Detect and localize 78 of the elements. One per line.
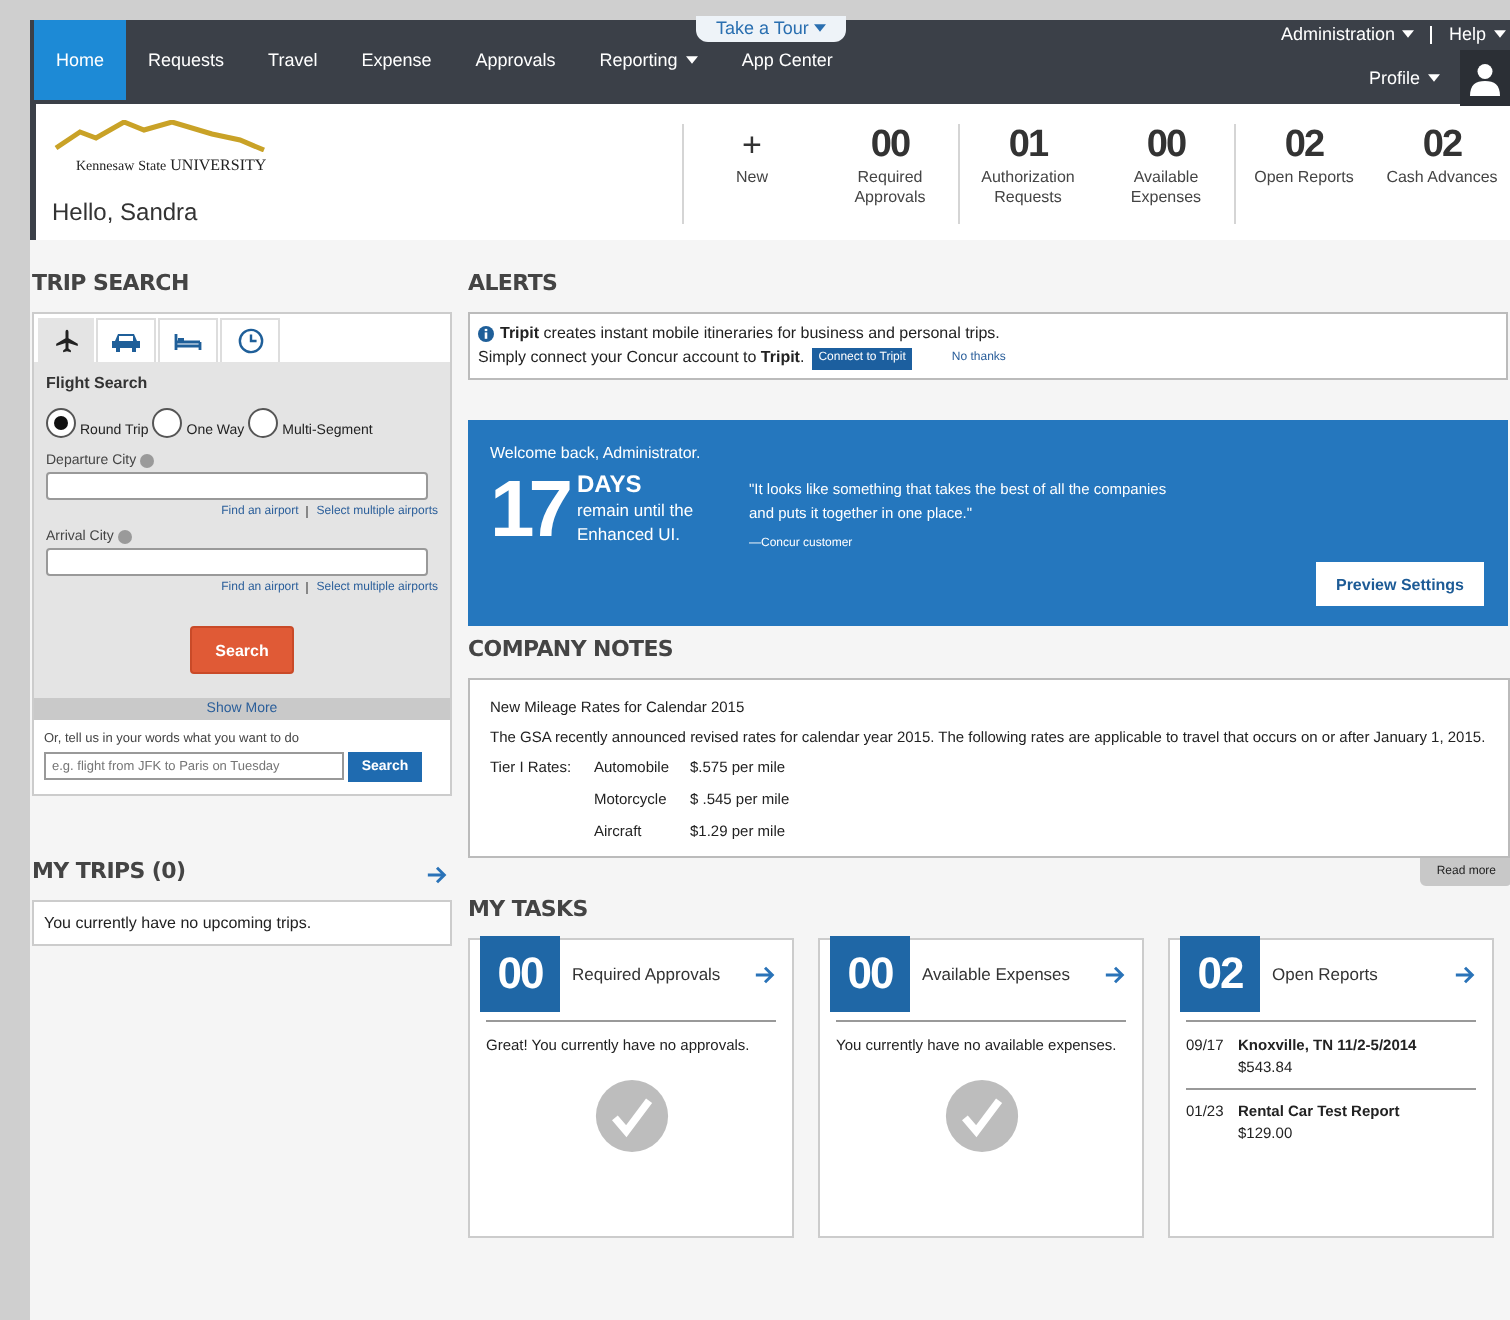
task-title[interactable]: Available Expenses — [922, 964, 1092, 984]
stat-label[interactable]: New — [692, 168, 812, 188]
stat-item[interactable]: + New — [682, 124, 820, 224]
nav-tab[interactable]: Requests — [126, 48, 247, 72]
arrow-icon[interactable] — [1454, 963, 1476, 985]
days-unit: DAYS — [577, 470, 644, 498]
arrow-icon[interactable] — [1104, 963, 1126, 985]
search-button[interactable]: Search — [190, 626, 294, 674]
logo-text: UNIVERSITY — [170, 156, 267, 174]
car-icon — [112, 331, 140, 351]
section-title: COMPANY NOTES — [468, 636, 676, 662]
plane-icon — [53, 327, 79, 353]
nav-tab[interactable]: App Center — [719, 48, 855, 72]
stat-item[interactable]: 02 Open Reports — [1234, 124, 1372, 224]
nav-tab[interactable]: Approvals — [453, 48, 578, 72]
arrow-icon[interactable] — [754, 963, 776, 985]
section-title: MY TRIPS (0) — [32, 858, 186, 884]
info-icon — [478, 326, 494, 342]
stat-item[interactable]: 02 Cash Advances — [1372, 124, 1510, 224]
travel-type-tab[interactable] — [38, 318, 94, 362]
form-title: Flight Search — [46, 374, 150, 392]
caret-icon — [1494, 30, 1506, 38]
travel-type-tab[interactable] — [158, 318, 218, 362]
city-field[interactable] — [46, 472, 428, 500]
task-title[interactable]: Open Reports — [1272, 964, 1442, 984]
tour-tab[interactable]: Take a Tour — [696, 16, 847, 42]
avatar-icon[interactable] — [1460, 50, 1510, 106]
radio-button[interactable] — [152, 408, 183, 438]
stat-label[interactable]: Open Reports — [1244, 168, 1364, 188]
travel-type-tab[interactable] — [96, 318, 156, 362]
task-title[interactable]: Required Approvals — [572, 964, 742, 984]
city-field[interactable] — [46, 548, 428, 576]
check-circle-icon — [593, 1078, 669, 1154]
nav-tab[interactable]: Home — [34, 20, 127, 100]
section-title: TRIP SEARCH — [32, 270, 191, 296]
caret-icon — [1428, 74, 1440, 82]
profile-menu[interactable]: Profile — [1368, 68, 1440, 88]
bed-icon — [174, 331, 202, 351]
stat-item[interactable]: 00 Available Expenses — [1096, 124, 1234, 224]
stat-count: 02 — [1422, 124, 1462, 168]
task-count: 02 — [1180, 936, 1260, 1012]
nav-tab[interactable]: Reporting — [577, 48, 720, 72]
radio-button[interactable] — [46, 408, 76, 438]
plus-icon: + — [742, 124, 762, 168]
stat-item[interactable]: 00 Required Approvals — [820, 124, 958, 224]
stat-label[interactable]: Cash Advances — [1382, 168, 1502, 188]
task-count: 00 — [830, 936, 910, 1012]
help-menu[interactable]: Help — [1448, 24, 1506, 44]
alert-text: Simply connect your Concur account to Tripit. — [478, 346, 805, 370]
caret-icon — [685, 56, 698, 64]
caret-icon — [814, 24, 827, 32]
check-circle-icon — [943, 1078, 1019, 1154]
stat-count: 01 — [1008, 124, 1048, 168]
preview-settings-button[interactable]: Preview Settings — [1316, 562, 1484, 606]
stat-label[interactable]: Authorization Requests — [968, 168, 1088, 208]
clock-icon — [237, 328, 263, 354]
greeting-text: Hello, Sandra — [52, 198, 200, 230]
alert-text: Tripit creates instant mobile itineraries for business and personal trips. — [500, 322, 1000, 346]
stat-count: 02 — [1284, 124, 1324, 168]
travel-type-tab[interactable] — [220, 318, 280, 362]
section-title: ALERTS — [468, 270, 560, 296]
task-count: 00 — [480, 936, 560, 1012]
remain-text: remain until the Enhanced UI. — [577, 498, 696, 546]
caret-icon — [1402, 30, 1415, 38]
stat-item[interactable]: 01 Authorization Requests — [958, 124, 1096, 224]
nav-tab[interactable]: Travel — [246, 48, 340, 72]
arrow-icon[interactable] — [426, 863, 448, 885]
radio-button[interactable] — [248, 408, 279, 438]
days-count: 17 — [490, 470, 567, 550]
section-title: MY TASKS — [468, 896, 590, 922]
admin-menu[interactable]: Administration — [1280, 24, 1415, 44]
trips-message: You currently have no upcoming trips. — [32, 900, 452, 946]
stat-count: 00 — [870, 124, 910, 168]
stat-label[interactable]: Available Expenses — [1106, 168, 1226, 208]
stat-count: 00 — [1146, 124, 1186, 168]
nav-tab[interactable]: Expense — [339, 48, 454, 72]
welcome-text: Welcome back, Administrator. — [490, 444, 703, 462]
stat-label[interactable]: Required Approvals — [830, 168, 950, 208]
